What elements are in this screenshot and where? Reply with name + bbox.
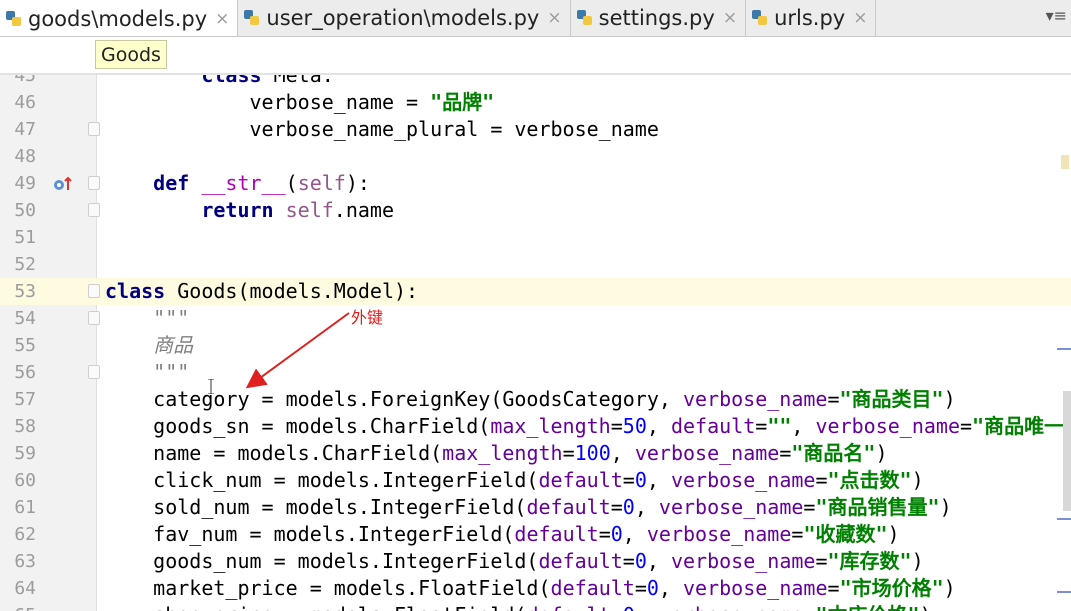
scrollbar[interactable] (1063, 391, 1071, 511)
code-text: sold_num = models.IntegerField(default=0… (105, 495, 952, 519)
code-line[interactable]: 62 fav_num = models.IntegerField(default… (0, 521, 1071, 548)
code-text: goods_num = models.IntegerField(default=… (105, 549, 924, 573)
line-number: 63 (14, 551, 36, 572)
tab-goods-models[interactable]: goods\models.py × (0, 0, 239, 36)
code-line[interactable]: 53 class Goods(models.Model): (0, 278, 1071, 305)
tab-label: settings.py (598, 6, 715, 30)
line-number: 65 (0, 602, 36, 611)
code-line[interactable]: 56 """ (0, 359, 1071, 386)
line-number: 55 (14, 335, 36, 356)
code-line[interactable]: 63 goods_num = models.IntegerField(defau… (0, 548, 1071, 575)
tab-list-menu-icon[interactable]: ▾≡ (1046, 6, 1067, 25)
override-method-icon[interactable] (52, 174, 74, 194)
code-line[interactable]: 58 goods_sn = models.CharField(max_lengt… (0, 413, 1071, 440)
code-text: fav_num = models.IntegerField(default=0,… (105, 522, 900, 546)
code-text: goods_sn = models.CharField(max_length=5… (105, 414, 1071, 438)
code-editor[interactable]: 45 class Meta: 46 verbose_name = "品牌" 47 v… (0, 75, 1071, 611)
code-line[interactable]: 60 click_num = models.IntegerField(defau… (0, 467, 1071, 494)
line-number: 56 (14, 362, 36, 383)
close-icon[interactable]: × (723, 8, 737, 28)
code-line[interactable]: 55 商品 (0, 332, 1071, 359)
code-line[interactable]: 50 return self.name (0, 197, 1071, 224)
error-stripe-marker[interactable] (1057, 518, 1071, 520)
code-line[interactable]: 46 verbose_name = "品牌" (0, 89, 1071, 116)
error-stripe-marker[interactable] (1057, 591, 1071, 593)
tab-label: urls.py (774, 6, 846, 30)
editor-tab-bar: goods\models.py × user_operation\models.… (0, 0, 1071, 37)
close-icon[interactable]: × (853, 8, 867, 28)
code-text: def __str__(self): (153, 171, 370, 195)
code-line[interactable]: 52 (0, 251, 1071, 278)
line-number: 57 (14, 389, 36, 410)
line-number: 50 (14, 200, 36, 221)
tab-user-operation-models[interactable]: user_operation\models.py × (238, 0, 571, 36)
breadcrumb-item-goods[interactable]: Goods (95, 40, 167, 69)
code-line[interactable]: 51 (0, 224, 1071, 251)
python-file-icon (4, 9, 24, 29)
error-stripe-marker[interactable] (1057, 348, 1071, 350)
line-number: 52 (14, 254, 36, 275)
code-line[interactable]: 61 sold_num = models.IntegerField(defaul… (0, 494, 1071, 521)
line-number: 58 (14, 416, 36, 437)
python-file-icon (242, 8, 262, 28)
python-file-icon (750, 8, 770, 28)
code-line[interactable]: 64 market_price = models.FloatField(defa… (0, 575, 1071, 602)
fold-marker-icon[interactable] (88, 203, 100, 217)
tab-urls[interactable]: urls.py × (746, 0, 877, 36)
code-text: category = models.ForeignKey(GoodsCatego… (105, 387, 956, 411)
code-line[interactable]: 54 """ (0, 305, 1071, 332)
warning-marker (1061, 155, 1069, 169)
fold-marker-icon[interactable] (88, 176, 100, 190)
fold-marker-icon[interactable] (88, 365, 100, 379)
code-text: market_price = models.FloatField(default… (105, 576, 956, 600)
line-number: 47 (14, 119, 36, 140)
close-icon[interactable]: × (547, 8, 561, 28)
text-cursor-icon (208, 379, 214, 394)
code-text: """ (105, 306, 190, 330)
code-text: class Meta: (201, 75, 334, 87)
code-line[interactable]: 57 category = models.ForeignKey(GoodsCat… (0, 386, 1071, 413)
code-text: name = models.CharField(max_length=100, … (105, 441, 888, 465)
annotation-label: 外键 (351, 308, 384, 327)
line-number: 54 (14, 308, 36, 329)
line-number: 48 (14, 146, 36, 167)
line-number: 62 (14, 524, 36, 545)
line-number: 45 (14, 75, 36, 86)
tab-settings[interactable]: settings.py × (571, 0, 747, 36)
code-text: verbose_name_plural = verbose_name (105, 117, 659, 141)
line-number: 59 (14, 443, 36, 464)
fold-marker-icon[interactable] (88, 284, 100, 298)
code-line[interactable]: 48 (0, 143, 1071, 170)
code-text: 商品 (105, 333, 194, 357)
line-number: 61 (14, 497, 36, 518)
tab-label: goods\models.py (28, 6, 208, 31)
code-text: shop_price = models.FloatField(default=0… (105, 602, 931, 611)
line-number: 64 (14, 578, 36, 599)
python-file-icon (575, 8, 595, 28)
code-text: class Goods(models.Model): (105, 279, 419, 303)
line-number: 51 (14, 227, 36, 248)
code-text: """ (105, 360, 190, 384)
code-line[interactable]: 45 class Meta: (0, 75, 1071, 89)
breadcrumb: Goods (0, 37, 1071, 73)
line-number: 53 (14, 281, 36, 302)
line-number: 46 (14, 92, 36, 113)
tab-label: user_operation\models.py (266, 6, 540, 30)
code-text: return self.name (201, 198, 395, 222)
code-text: verbose_name = "品牌" (105, 90, 495, 114)
line-number: 49 (14, 173, 36, 194)
line-number: 60 (14, 470, 36, 491)
code-line[interactable]: 65 shop_price = models.FloatField(defaul… (0, 602, 1071, 611)
fold-marker-icon[interactable] (88, 311, 100, 325)
close-icon[interactable]: × (215, 9, 229, 29)
code-text: click_num = models.IntegerField(default=… (105, 468, 924, 492)
code-line[interactable]: 49 def __str__(self): (0, 170, 1071, 197)
code-line[interactable]: 47 verbose_name_plural = verbose_name (0, 116, 1071, 143)
code-line[interactable]: 59 name = models.CharField(max_length=10… (0, 440, 1071, 467)
fold-marker-icon[interactable] (88, 122, 100, 136)
